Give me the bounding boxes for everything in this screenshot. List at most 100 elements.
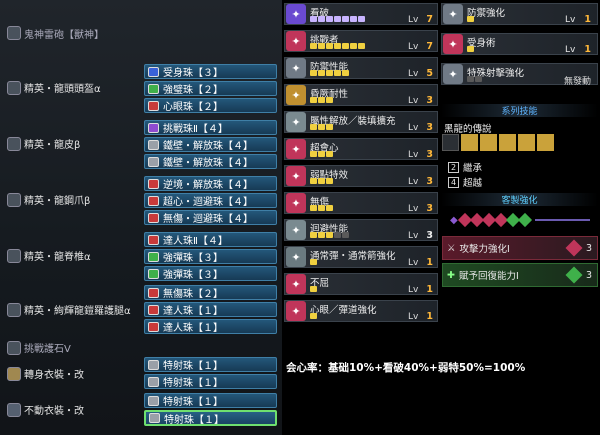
level-label: Lv bbox=[408, 177, 419, 187]
skill-row[interactable]: ✦ 受身術 Lv 1 bbox=[441, 33, 598, 55]
series-bonus-count: 4 bbox=[448, 176, 459, 188]
deco-slot[interactable]: 無傷珠【２】 bbox=[144, 285, 277, 300]
deco-slot[interactable]: 無傷・迴避珠【４】 bbox=[144, 210, 277, 225]
custom-upgrade-header: 客製強化 bbox=[441, 193, 598, 206]
custom-upgrade-count: 3 bbox=[585, 269, 592, 281]
level-pip bbox=[342, 70, 349, 76]
level-pip bbox=[318, 232, 325, 238]
equipment-legs[interactable]: 精英・絢輝龍鎧羅護腿α bbox=[3, 302, 143, 317]
deco-slot[interactable]: 強彈珠【３】 bbox=[144, 266, 277, 281]
skill-row[interactable]: ✦ 心眼／彈道強化 Lv 1 bbox=[284, 300, 438, 322]
decoration-label: 無傷珠【２】 bbox=[163, 289, 223, 300]
deco-slot[interactable]: 特射珠【１】 bbox=[144, 357, 277, 372]
deco-slot[interactable]: 鐵壁・解放珠【４】 bbox=[144, 154, 277, 169]
equipment-arms[interactable]: 精英・龍鋼爪β bbox=[3, 192, 143, 207]
decoration-label: 強彈珠【３】 bbox=[163, 270, 223, 281]
deco-slot[interactable]: 強彈珠【３】 bbox=[144, 249, 277, 264]
charm-icon bbox=[7, 340, 21, 355]
skill-icon: ✦ bbox=[286, 112, 306, 132]
decoration-label: 強璧珠【２】 bbox=[163, 85, 223, 96]
deco-slot[interactable]: 達人珠【１】 bbox=[144, 319, 277, 334]
skill-row[interactable]: ✦ 迴避性能 Lv 3 bbox=[284, 219, 438, 241]
skill-level-pips bbox=[310, 286, 318, 292]
skill-row[interactable]: ✦ 超會心 Lv 3 bbox=[284, 138, 438, 160]
skill-level-pips bbox=[310, 16, 366, 22]
equipment-charm[interactable]: 挑戰護石Ⅴ bbox=[3, 340, 143, 355]
level-value: 3 bbox=[426, 122, 433, 133]
level-value: 1 bbox=[426, 257, 433, 268]
decoration-icon bbox=[148, 66, 159, 77]
deco-slot[interactable]: 達人珠Ⅱ【４】 bbox=[144, 232, 277, 247]
skill-row[interactable]: ✦ 無傷 Lv 3 bbox=[284, 192, 438, 214]
deco-slot-selected[interactable]: 特射珠【１】 bbox=[144, 410, 277, 426]
level-pip bbox=[467, 16, 474, 22]
equipment-name: 精英・龍脊椎α bbox=[24, 252, 91, 263]
deco-slot[interactable]: 逆境・解放珠【４】 bbox=[144, 176, 277, 191]
heal-icon: ✚ bbox=[447, 269, 455, 281]
deco-slot[interactable]: 超心・迴避珠【４】 bbox=[144, 193, 277, 208]
level-pip bbox=[358, 16, 365, 22]
waist-icon bbox=[7, 248, 21, 263]
level-label: Lv bbox=[565, 15, 576, 25]
level-pip bbox=[358, 43, 365, 49]
deco-slot[interactable]: 特射珠【１】 bbox=[144, 393, 277, 408]
decoration-icon bbox=[148, 156, 159, 167]
skill-icon: ✦ bbox=[286, 274, 306, 294]
equipment-name: 挑戰護石Ⅴ bbox=[24, 344, 71, 355]
skill-row[interactable]: ✦ 看破 Lv 7 bbox=[284, 3, 438, 25]
deco-slot[interactable]: 達人珠【１】 bbox=[144, 302, 277, 317]
level-value: 3 bbox=[426, 203, 433, 214]
skill-level-pips bbox=[310, 124, 334, 130]
series-piece-icon bbox=[537, 134, 554, 151]
skill-level-pips bbox=[310, 313, 318, 319]
decoration-label: 受身珠【３】 bbox=[163, 68, 223, 79]
deco-slot[interactable]: 鐵壁・解放珠【４】 bbox=[144, 137, 277, 152]
level-pip bbox=[467, 46, 474, 52]
skill-level-pips bbox=[310, 97, 334, 103]
skill-row[interactable]: ✦ 不屈 Lv 1 bbox=[284, 273, 438, 295]
skill-row[interactable]: ✦ 挑戰者 Lv 7 bbox=[284, 30, 438, 52]
skill-row[interactable]: ✦ 弱點特效 Lv 3 bbox=[284, 165, 438, 187]
custom-upgrade-item[interactable]: ⚔ 攻擊力強化Ⅰ 3 bbox=[442, 236, 598, 260]
skill-row[interactable]: ✦ 特殊射擊強化 無發動 bbox=[441, 63, 598, 87]
level-label: Lv bbox=[408, 312, 419, 322]
deco-slot[interactable]: 挑戰珠Ⅱ【４】 bbox=[144, 120, 277, 135]
skill-row[interactable]: ✦ 防禦性能 Lv 5 bbox=[284, 57, 438, 79]
decoration-icon bbox=[148, 139, 159, 150]
level-pip bbox=[310, 259, 317, 265]
deco-slot[interactable]: 心眼珠【２】 bbox=[144, 98, 277, 113]
equipment-head[interactable]: 精英・龍頭頭盔α bbox=[3, 80, 143, 95]
series-name: 黑龍的傳說 bbox=[444, 124, 492, 135]
level-pip bbox=[310, 151, 317, 157]
skill-row[interactable]: ✦ 通常彈・通常箭強化 Lv 1 bbox=[284, 246, 438, 268]
skill-icon: ✦ bbox=[286, 58, 306, 78]
skill-icon: ✦ bbox=[286, 139, 306, 159]
skill-row[interactable]: ✦ 屬性解放／裝填擴充 Lv 3 bbox=[284, 111, 438, 133]
deco-slot[interactable]: 特射珠【１】 bbox=[144, 374, 277, 389]
level-value: 3 bbox=[426, 176, 433, 187]
weapon-row[interactable]: 鬼神雷砲【獸神】 bbox=[3, 19, 143, 47]
series-bonus-1: 2 繼承 bbox=[448, 160, 482, 174]
custom-upgrade-item[interactable]: ✚ 賦予回復能力Ⅰ 3 bbox=[442, 263, 598, 287]
skill-icon: ✦ bbox=[286, 301, 306, 321]
equipment-waist[interactable]: 精英・龍脊椎α bbox=[3, 248, 143, 263]
equipment-chest[interactable]: 精英・龍皮β bbox=[3, 136, 143, 151]
equipment-mantle-1[interactable]: 轉身衣裝・改 bbox=[3, 366, 143, 381]
series-piece-icon bbox=[461, 134, 478, 151]
decoration-icon bbox=[148, 251, 159, 262]
skill-row[interactable]: ✦ 昏厥耐性 Lv 3 bbox=[284, 84, 438, 106]
decoration-label: 心眼珠【２】 bbox=[163, 102, 223, 113]
decoration-icon bbox=[148, 122, 159, 133]
equipment-mantle-2[interactable]: 不動衣裝・改 bbox=[3, 402, 143, 417]
skill-row[interactable]: ✦ 防禦強化 Lv 1 bbox=[441, 3, 598, 25]
skill-icon: ✦ bbox=[286, 31, 306, 51]
decoration-label: 強彈珠【３】 bbox=[163, 253, 223, 264]
level-pip bbox=[310, 232, 317, 238]
equipment-name: 不動衣裝・改 bbox=[24, 406, 84, 417]
deco-slot[interactable]: 強璧珠【２】 bbox=[144, 81, 277, 96]
decoration-label: 達人珠【１】 bbox=[163, 306, 223, 317]
level-pip bbox=[318, 16, 325, 22]
equipment-name: 精英・絢輝龍鎧羅護腿α bbox=[24, 306, 131, 317]
deco-slot[interactable]: 受身珠【３】 bbox=[144, 64, 277, 79]
equipment-name: 轉身衣裝・改 bbox=[24, 370, 84, 381]
